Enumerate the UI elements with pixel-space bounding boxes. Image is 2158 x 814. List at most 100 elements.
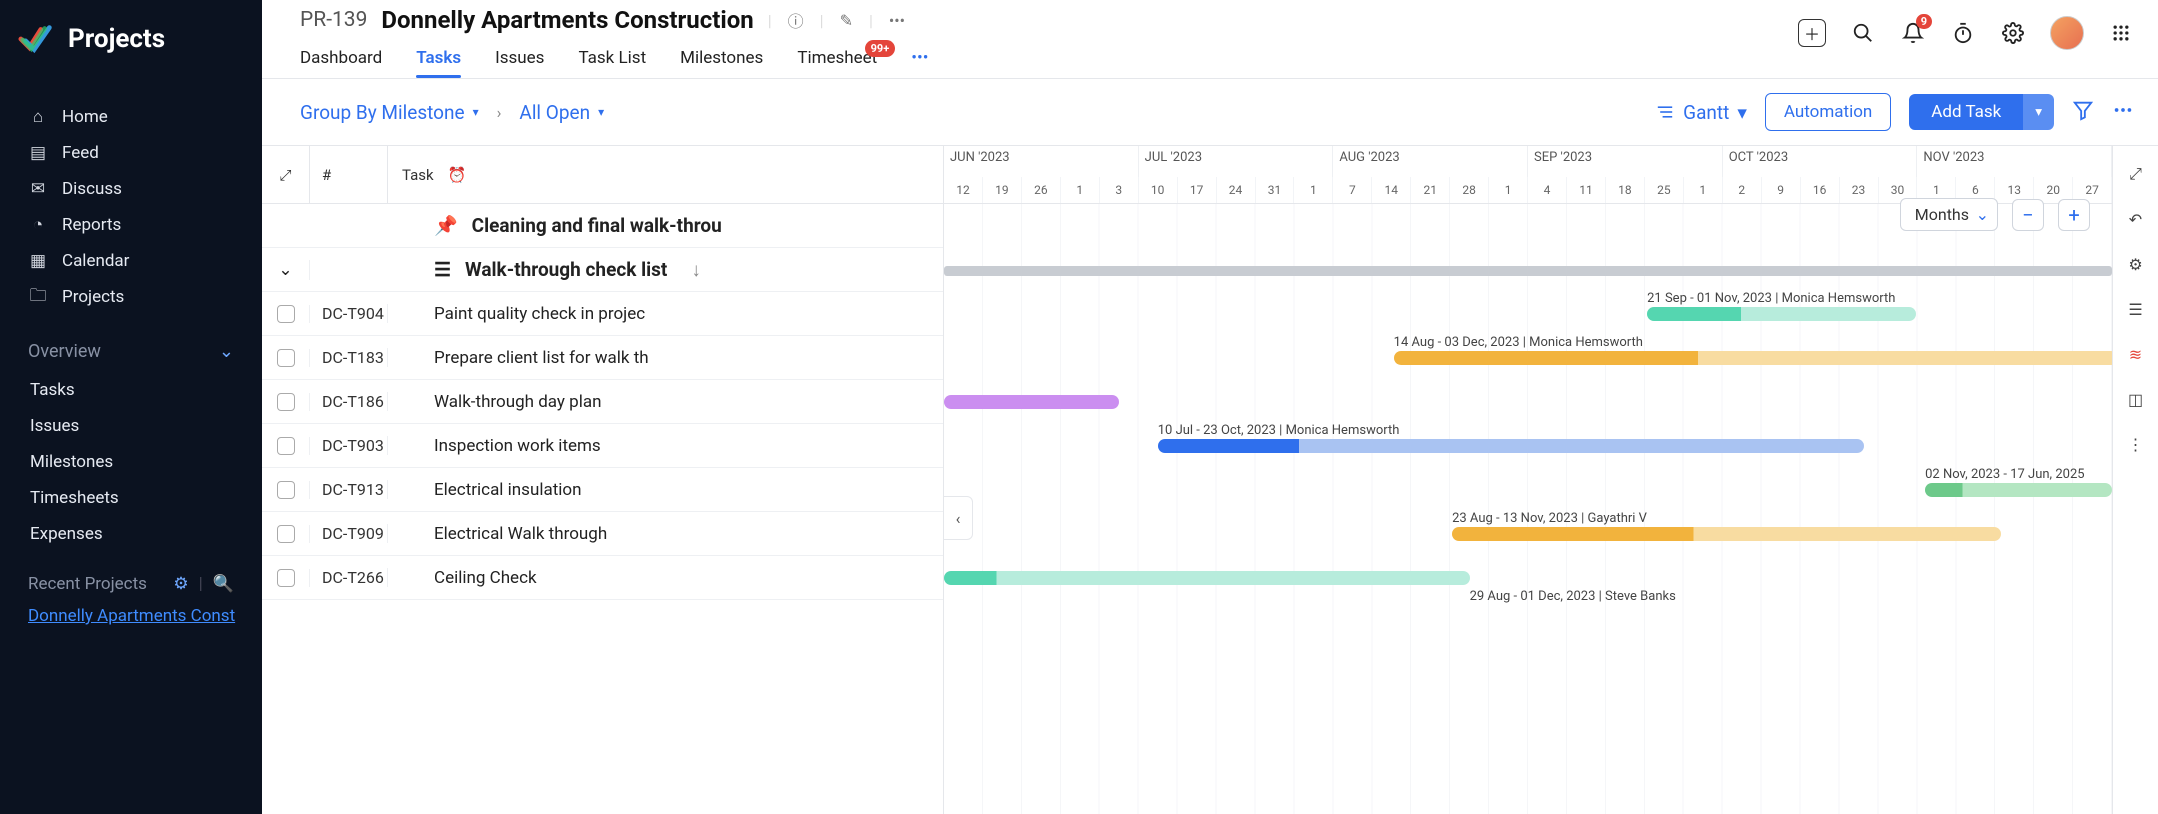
sidebar-sub-expenses[interactable]: Expenses (0, 516, 262, 552)
sidebar-sub-tasks[interactable]: Tasks (0, 372, 262, 408)
gear-icon[interactable] (2000, 20, 2026, 46)
tab-milestones[interactable]: Milestones (680, 48, 763, 78)
briefcase-icon: 🗀 (28, 287, 48, 307)
view-dropdown[interactable]: Gantt ▾ (1655, 101, 1747, 124)
add-icon[interactable]: ＋ (1798, 19, 1826, 47)
group-by-dropdown[interactable]: Group By Milestone ▾ (300, 101, 479, 124)
tab-dashboard[interactable]: Dashboard (300, 48, 382, 78)
month-cell: OCT '2023 (1723, 146, 1918, 177)
filter-dropdown[interactable]: All Open ▾ (519, 101, 604, 124)
more-horizontal-icon[interactable] (2112, 99, 2134, 125)
sidebar-item-reports[interactable]: ◔Reports (0, 207, 262, 243)
task-title: Electrical insulation (388, 480, 943, 500)
search-icon[interactable]: 🔍 (213, 574, 234, 594)
sort-icon[interactable]: ↓ (691, 258, 701, 282)
search-icon[interactable] (1850, 20, 1876, 46)
logo-icon (18, 20, 56, 58)
brush-icon[interactable]: ✎ (840, 11, 853, 30)
task-id: DC-T903 (310, 436, 388, 455)
more-vertical-icon[interactable]: ⋮ (2128, 435, 2144, 454)
checkbox[interactable] (277, 569, 295, 587)
sidebar-item-calendar[interactable]: ▦Calendar (0, 243, 262, 279)
recent-project-link[interactable]: Donnelly Apartments Const (0, 602, 262, 630)
funnel-icon[interactable] (2072, 99, 2094, 125)
gantt-bar[interactable]: 02 Nov, 2023 - 17 Jun, 2025 (1925, 483, 2112, 497)
tasklist-row[interactable]: ⌄ ☰Walk-through check list↓ (262, 248, 943, 292)
overview-section-head[interactable]: Overview ⌄ (0, 325, 262, 372)
task-id: DC-T913 (310, 480, 388, 499)
milestone-row[interactable]: 📌Cleaning and final walk-throu (262, 204, 943, 248)
bell-icon[interactable]: 9 (1900, 20, 1926, 46)
notification-badge: 9 (1916, 14, 1932, 29)
panel-collapse-handle[interactable]: ‹ (944, 496, 973, 540)
automation-button[interactable]: Automation (1765, 93, 1891, 131)
expand-icon[interactable]: ⤢ (2129, 164, 2142, 184)
sidebar-sub-issues[interactable]: Issues (0, 408, 262, 444)
gantt-bar[interactable]: 23 Aug - 13 Nov, 2023 | Gayathri V (1452, 527, 2001, 541)
table-row[interactable]: DC-T266Ceiling Check (262, 556, 943, 600)
tab-more[interactable]: ••• (911, 48, 928, 78)
month-cell: NOV '2023 (1917, 146, 2112, 177)
tab-timesheet[interactable]: Timesheet99+ (797, 48, 877, 78)
gantt-bar[interactable]: 21 Sep - 01 Nov, 2023 | Monica Hemsworth (1647, 307, 1916, 321)
day-cell: 31 (1256, 177, 1295, 203)
project-header: PR-139 Donnelly Apartments Construction … (300, 6, 928, 78)
gantt-bar-label: 23 Aug - 13 Nov, 2023 | Gayathri V (1452, 511, 1647, 526)
critical-path-icon[interactable]: ≋ (2129, 345, 2142, 364)
feed-icon: ▤ (28, 143, 48, 163)
sidebar-item-home[interactable]: ⌂Home (0, 99, 262, 135)
task-id: DC-T904 (310, 304, 388, 323)
sidebar-item-projects[interactable]: 🗀Projects (0, 279, 262, 315)
undo-icon[interactable]: ↶ (2129, 210, 2142, 229)
avatar[interactable] (2050, 16, 2084, 50)
zoom-in-button[interactable]: + (2058, 199, 2090, 231)
table-row[interactable]: DC-T183Prepare client list for walk th (262, 336, 943, 380)
checkbox[interactable] (277, 525, 295, 543)
gantt-body[interactable]: 21 Sep - 01 Nov, 2023 | Monica Hemsworth… (944, 204, 2112, 814)
export-icon[interactable]: ◫ (2128, 390, 2143, 409)
table-row[interactable]: DC-T909Electrical Walk through (262, 512, 943, 556)
info-icon[interactable]: ⓘ (788, 8, 804, 32)
sidebar-item-discuss[interactable]: ✉Discuss (0, 171, 262, 207)
collapse-toggle[interactable]: ⌄ (262, 260, 310, 280)
checkbox[interactable] (277, 349, 295, 367)
tab-badge: 99+ (865, 40, 896, 57)
day-cell: 1 (1684, 177, 1723, 203)
tab-tasklist[interactable]: Task List (578, 48, 646, 78)
gantt-bar[interactable]: 29 Aug - 01 Dec, 2023 | Steve Banks (944, 571, 1470, 585)
gantt-bar[interactable]: 10 Jul - 23 Oct, 2023 | Monica Hemsworth (1158, 439, 1865, 453)
table-row[interactable]: DC-T904Paint quality check in projec (262, 292, 943, 336)
zoom-out-button[interactable]: − (2012, 199, 2044, 231)
checkbox[interactable] (277, 437, 295, 455)
timer-icon[interactable] (1950, 20, 1976, 46)
gantt-bar[interactable]: 14 Aug - 03 Dec, 2023 | Monica Hemsworth (1394, 351, 2112, 365)
table-row[interactable]: DC-T186Walk-through day plan (262, 380, 943, 424)
column-hash[interactable]: # (310, 146, 388, 203)
month-cell: AUG '2023 (1333, 146, 1528, 177)
add-task-button[interactable]: Add Task (1909, 94, 2023, 130)
add-task-split-button[interactable]: ▾ (2023, 94, 2054, 130)
sidebar-item-feed[interactable]: ▤Feed (0, 135, 262, 171)
checkbox[interactable] (277, 393, 295, 411)
gantt-bar-label: 29 Aug - 01 Dec, 2023 | Steve Banks (1470, 589, 1676, 604)
apps-grid-icon[interactable] (2108, 20, 2134, 46)
checkbox[interactable] (277, 305, 295, 323)
sidebar-sub-milestones[interactable]: Milestones (0, 444, 262, 480)
tab-issues[interactable]: Issues (495, 48, 544, 78)
tasklist-bar[interactable] (944, 266, 2112, 276)
more-icon[interactable]: ••• (889, 11, 905, 30)
logo-area: Projects (0, 0, 262, 85)
sidebar-sub-timesheets[interactable]: Timesheets (0, 480, 262, 516)
column-task[interactable]: Task⏰ (388, 146, 943, 203)
baseline-icon[interactable]: ☰ (2128, 300, 2142, 319)
table-row[interactable]: DC-T913Electrical insulation (262, 468, 943, 512)
expand-all-toggle[interactable]: ⤢ (262, 146, 310, 203)
gantt-bar[interactable] (944, 395, 1119, 409)
sliders-icon[interactable]: ⚙ (2128, 255, 2142, 274)
table-row[interactable]: DC-T903Inspection work items (262, 424, 943, 468)
zoom-select[interactable]: Months ⌄ (1900, 198, 1998, 231)
checkbox[interactable] (277, 481, 295, 499)
sliders-icon[interactable]: ⚙ (173, 574, 188, 594)
chevron-down-icon: ⌄ (219, 341, 234, 362)
tab-tasks[interactable]: Tasks (416, 48, 461, 78)
